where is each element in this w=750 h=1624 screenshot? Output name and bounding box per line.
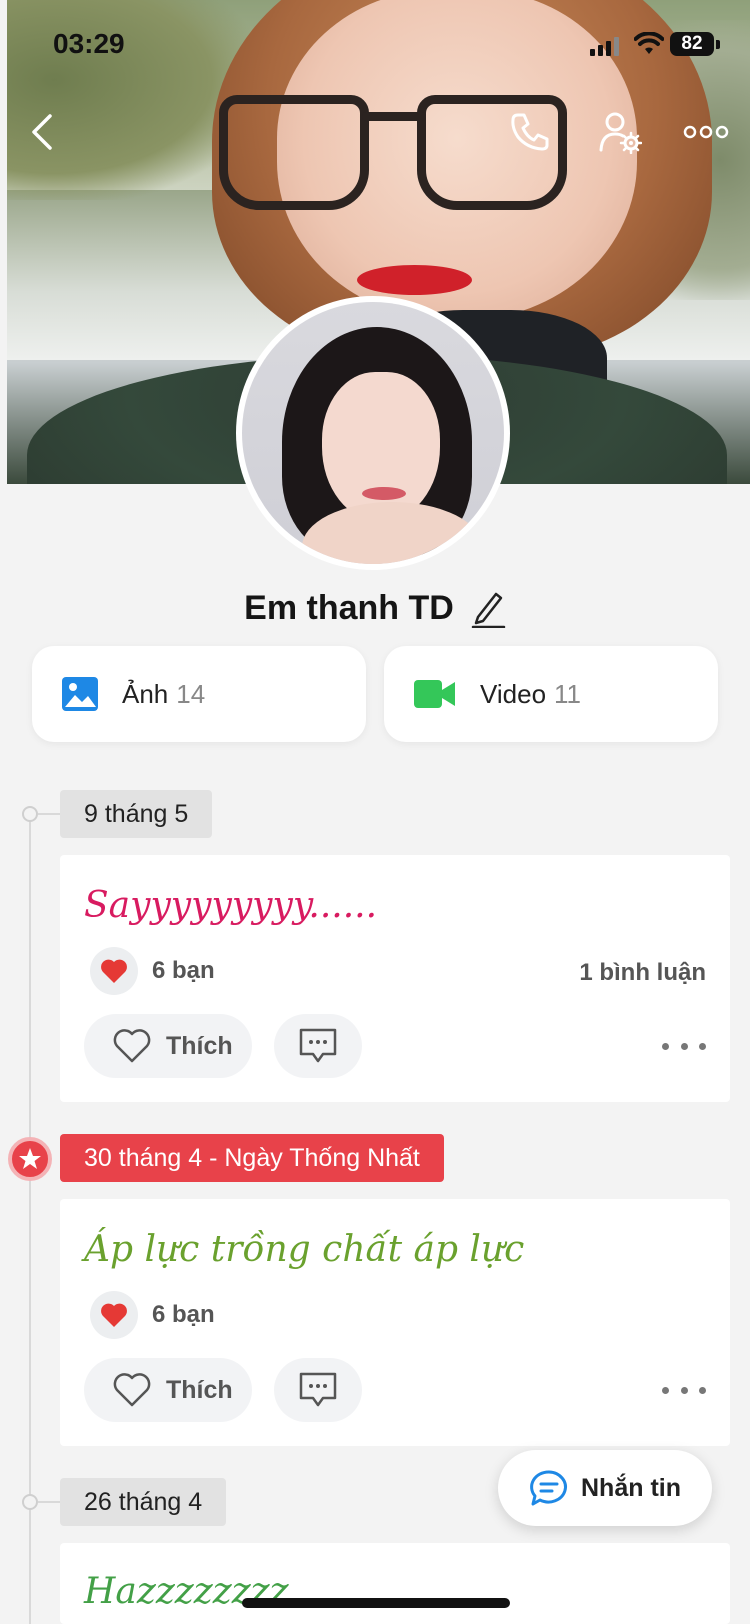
cover-glasses-left (219, 95, 369, 210)
heart-reaction-bubble (90, 1291, 138, 1339)
avatar-photo (242, 302, 504, 564)
timeline-post[interactable]: Hazzzzzzzz (60, 1543, 730, 1624)
wifi-icon (634, 32, 664, 54)
reaction-count: 6 bạn (152, 1301, 215, 1328)
reaction-summary[interactable]: 6 bạn (90, 947, 215, 995)
home-indicator (242, 1598, 510, 1608)
timeline-post[interactable]: Áp lực trồng chất áp lực 6 bạn Thích (60, 1199, 730, 1446)
signal-icon (590, 37, 619, 56)
avatar-lips (362, 487, 406, 500)
photos-card[interactable]: Ảnh 14 (32, 646, 366, 742)
dot (680, 1386, 688, 1394)
post-more-button[interactable] (662, 1030, 706, 1062)
image-icon (62, 677, 98, 711)
videos-count: 11 (554, 678, 582, 709)
cover-glasses-bridge (362, 112, 426, 121)
cover-lips (357, 265, 472, 295)
heart-outline-icon (113, 1029, 151, 1063)
battery-indicator: 82 (670, 32, 714, 56)
edit-pencil-icon[interactable] (470, 588, 506, 628)
post-text: Áp lực trồng chất áp lực (84, 1229, 525, 1270)
dot (699, 1042, 706, 1050)
heart-reaction-bubble (90, 947, 138, 995)
like-label: Thích (166, 1031, 233, 1060)
reaction-summary[interactable]: 6 bạn (90, 1291, 215, 1339)
post-more-button[interactable] (662, 1374, 706, 1406)
comment-bubble-icon (299, 1028, 337, 1063)
timeline-dot (22, 806, 38, 822)
date-chip: 9 tháng 5 (60, 790, 213, 838)
profile-name-row: Em thanh TD (0, 588, 750, 628)
videos-card[interactable]: Video 11 (384, 646, 718, 742)
video-camera-icon (414, 680, 455, 708)
photos-label: Ảnh (122, 678, 169, 709)
ellipsis-icon (683, 125, 729, 139)
heart-icon (101, 1303, 127, 1327)
videos-label: Video (480, 678, 547, 709)
dot (662, 1386, 669, 1394)
comment-button[interactable] (274, 1014, 362, 1078)
chat-bubble-icon (530, 1470, 567, 1506)
reaction-count: 6 bạn (152, 957, 215, 984)
like-button[interactable]: Thích (84, 1358, 252, 1422)
like-button[interactable]: Thích (84, 1014, 252, 1078)
user-gear-icon (599, 112, 642, 154)
status-time: 03:29 (53, 28, 125, 59)
timeline-post[interactable]: Sayyyyyyyyy...... 6 bạn 1 bình luận Thíc… (60, 855, 730, 1102)
dot (662, 1042, 669, 1050)
timeline-dot (22, 1494, 38, 1510)
post-text: Sayyyyyyyyy...... (84, 885, 378, 926)
dot (680, 1042, 688, 1050)
like-label: Thích (166, 1375, 233, 1404)
chevron-left-icon (32, 114, 52, 150)
call-button[interactable] (506, 108, 554, 156)
timeline-connector (38, 1501, 60, 1503)
message-button-label: Nhắn tin (581, 1473, 681, 1502)
profile-settings-button[interactable] (596, 108, 644, 156)
profile-name: Em thanh TD (244, 588, 454, 627)
comment-bubble-icon (299, 1372, 337, 1407)
heart-outline-icon (113, 1373, 151, 1407)
status-bar: 03:29 82 (0, 28, 750, 68)
profile-avatar[interactable] (236, 296, 510, 570)
date-chip: 26 tháng 4 (60, 1478, 227, 1526)
phone-icon (511, 113, 549, 151)
back-button[interactable] (18, 108, 66, 156)
date-chip-holiday: 30 tháng 4 - Ngày Thống Nhất (60, 1134, 444, 1182)
timeline-connector (38, 813, 60, 815)
photos-count: 14 (176, 678, 206, 709)
more-options-button[interactable] (682, 108, 730, 156)
battery-tip (716, 40, 720, 49)
comment-button[interactable] (274, 1358, 362, 1422)
star-icon (19, 1148, 41, 1169)
message-button[interactable]: Nhắn tin (498, 1450, 712, 1526)
comment-count[interactable]: 1 bình luận (579, 959, 706, 987)
heart-icon (101, 959, 127, 983)
dot (699, 1386, 706, 1394)
holiday-star-badge (8, 1137, 52, 1181)
